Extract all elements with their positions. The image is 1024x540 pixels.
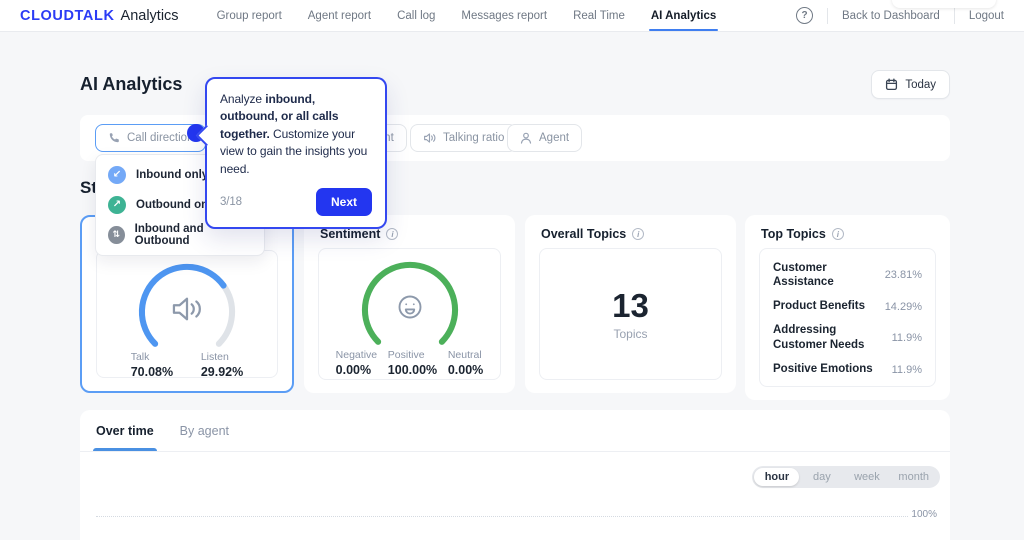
topic-row[interactable]: Addressing Customer Needs 11.9%	[773, 319, 922, 358]
overall-topics-card[interactable]: Overall Topics i 13 Topics	[525, 215, 736, 393]
talking-ratio-metrics: Talk 70.08% Listen 29.92%	[97, 351, 277, 378]
talking-ratio-filter-button[interactable]: Talking ratio	[410, 124, 517, 152]
y-axis-100-label: 100%	[911, 509, 937, 520]
top-topics-list: Customer Assistance 23.81% Product Benef…	[759, 248, 936, 387]
product-name: Analytics	[121, 8, 179, 24]
nav-item-group-report[interactable]: Group report	[217, 0, 282, 31]
nav-item-agent-report[interactable]: Agent report	[308, 0, 371, 31]
top-navigation-bar: CLOUDTALK Analytics Group report Agent r…	[0, 0, 1024, 32]
agent-filter-label: Agent	[539, 132, 569, 144]
person-icon	[520, 132, 532, 144]
inbound-arrow-icon: ↙	[108, 166, 126, 184]
nav-item-ai-analytics[interactable]: AI Analytics	[651, 0, 716, 31]
main-nav: Group report Agent report Call log Messa…	[217, 0, 717, 31]
tab-by-agent[interactable]: By agent	[180, 410, 229, 451]
chart-gridline-100	[96, 516, 908, 517]
positive-metric: Positive 100.00%	[388, 349, 437, 377]
calendar-icon	[885, 78, 898, 91]
back-to-dashboard-link[interactable]: Back to Dashboard	[842, 10, 940, 22]
phone-icon	[108, 132, 120, 144]
tour-tooltip: Analyze inbound, outbound, or all calls …	[205, 77, 387, 229]
speaker-icon	[135, 259, 239, 351]
tab-over-time[interactable]: Over time	[96, 410, 154, 451]
info-icon[interactable]: i	[832, 228, 844, 240]
talking-ratio-gauge	[135, 259, 239, 351]
nav-divider	[954, 8, 955, 24]
topics-count-block: 13 Topics	[612, 257, 649, 370]
agent-filter-button[interactable]: Agent	[507, 124, 582, 152]
help-icon[interactable]: ?	[796, 7, 813, 24]
date-filter-button[interactable]: Today	[871, 70, 950, 99]
smiley-face-icon	[358, 257, 462, 349]
cutoff-overlay-artifact	[892, 0, 996, 8]
info-icon[interactable]: i	[632, 228, 644, 240]
topic-row[interactable]: Positive Emotions 11.9%	[773, 358, 922, 382]
both-directions-icon: ⇅	[108, 226, 125, 244]
neutral-metric: Neutral 0.00%	[448, 349, 483, 377]
nav-item-real-time[interactable]: Real Time	[573, 0, 625, 31]
granularity-hour[interactable]: hour	[754, 468, 799, 486]
granularity-month[interactable]: month	[889, 468, 938, 486]
nav-item-call-log[interactable]: Call log	[397, 0, 435, 31]
date-filter-label: Today	[905, 79, 936, 91]
tour-step-counter: 3/18	[220, 194, 242, 211]
granularity-day[interactable]: day	[799, 468, 844, 486]
sentiment-metrics: Negative 0.00% Positive 100.00% Neutral …	[319, 349, 500, 377]
overall-topics-card-title-row: Overall Topics i	[525, 215, 736, 248]
call-direction-filter-label: Call direction	[127, 132, 193, 144]
outbound-arrow-icon: ↗	[108, 196, 126, 214]
granularity-week[interactable]: week	[844, 468, 889, 486]
talking-ratio-gauge-box: Talk 70.08% Listen 29.92%	[96, 250, 278, 378]
sentiment-gauge	[358, 257, 462, 349]
listen-metric: Listen 29.92%	[201, 351, 243, 378]
nav-divider	[827, 8, 828, 24]
top-topics-card-title: Top Topics	[761, 227, 826, 241]
info-icon[interactable]: i	[386, 228, 398, 240]
sentiment-gauge-box: Negative 0.00% Positive 100.00% Neutral …	[318, 248, 501, 380]
nav-item-messages-report[interactable]: Messages report	[461, 0, 547, 31]
top-topics-card[interactable]: Top Topics i Customer Assistance 23.81% …	[745, 215, 950, 400]
nav-right-group: ? Back to Dashboard Logout	[796, 7, 1004, 24]
granularity-toggle: hour day week month	[752, 466, 940, 488]
topics-count: 13	[612, 287, 649, 325]
topic-row[interactable]: Product Performance Issues 9.52%	[773, 382, 922, 387]
tour-tooltip-text: Analyze inbound, outbound, or all calls …	[220, 91, 372, 178]
tour-tooltip-footer: 3/18 Next	[220, 188, 372, 216]
topic-row[interactable]: Customer Assistance 23.81%	[773, 256, 922, 295]
overall-topics-box: 13 Topics	[539, 248, 722, 380]
speaker-icon	[423, 132, 436, 144]
cloudtalk-logo: CLOUDTALK	[20, 8, 115, 24]
tour-next-button[interactable]: Next	[316, 188, 372, 216]
dropdown-option-label: Inbound only	[136, 169, 208, 181]
logout-link[interactable]: Logout	[969, 10, 1004, 22]
sentiment-card-title: Sentiment	[320, 227, 380, 241]
brand-logo: CLOUDTALK Analytics	[20, 8, 179, 24]
negative-metric: Negative 0.00%	[336, 349, 377, 377]
topic-row[interactable]: Product Benefits 14.29%	[773, 295, 922, 319]
talk-metric: Talk 70.08%	[131, 351, 173, 378]
sentiment-card[interactable]: Sentiment i Negative	[304, 215, 515, 393]
overall-topics-card-title: Overall Topics	[541, 227, 626, 241]
top-topics-card-title-row: Top Topics i	[745, 215, 950, 248]
talking-ratio-filter-label: Talking ratio	[443, 132, 504, 144]
topics-unit: Topics	[613, 327, 647, 341]
chart-tabs: Over time By agent	[80, 410, 950, 452]
over-time-panel: Over time By agent hour day week month 1…	[80, 410, 950, 540]
page-title: AI Analytics	[80, 74, 182, 95]
